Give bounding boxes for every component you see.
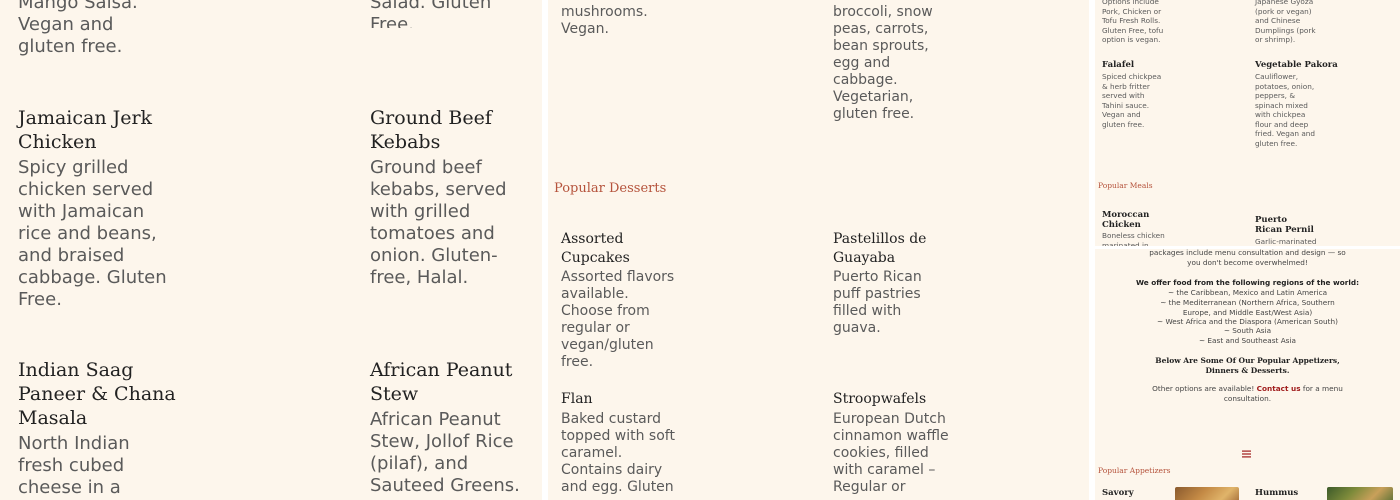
section-heading: Popular Meals — [1098, 181, 1153, 190]
menu-item-desc: African Peanut Stew, Jollof Rice (pilaf)… — [370, 409, 520, 496]
food-photo — [1327, 487, 1393, 500]
menu-item-title: Jamaican Jerk Chicken — [18, 107, 153, 153]
section-heading: Popular Desserts — [554, 181, 667, 196]
menu-item-desc: Cauliflower, potatoes, onion, peppers, &… — [1255, 72, 1316, 148]
menu-item-desc: Japanese Gyoza (pork or vegan) and Chine… — [1255, 0, 1316, 44]
region-item: ~ the Caribbean, Mexico and Latin Americ… — [1167, 288, 1328, 297]
hamburger-menu-icon[interactable] — [1242, 443, 1251, 458]
menu-item-title: Stroopwafels — [833, 391, 927, 407]
menu-item-desc: Puerto Rican puff pastries filled with g… — [833, 269, 922, 336]
intro-text: packages include menu consultation and d… — [1149, 248, 1346, 267]
menu-item-title: Falafel — [1102, 60, 1135, 70]
menu-item-title: Flan — [561, 391, 593, 407]
other-options-pre: Other options are available! — [1152, 384, 1255, 393]
menu-panel-1: Mango Salsa. Vegan and gluten free. Sala… — [0, 0, 542, 500]
menu-item-desc: Spiced chickpea & herb fritter served wi… — [1102, 72, 1162, 129]
section-heading: Popular Appetizers — [1098, 466, 1171, 475]
menu-panel-2: mushrooms. Vegan. broccoli, snow peas, c… — [548, 0, 1089, 500]
region-item: ~ East and Southeast Asia — [1199, 336, 1296, 345]
popular-items-heading: Below Are Some Of Our Popular Appetizers… — [1155, 356, 1340, 375]
menu-item-title: Puerto Rican Pernil — [1255, 215, 1314, 235]
menu-item-desc: Salad. Gluten Free. — [370, 0, 492, 28]
regions-heading: We offer food from the following regions… — [1135, 278, 1360, 287]
menu-item-desc: Assorted flavors available. Choose from … — [561, 269, 675, 370]
menu-item-desc: Options include Pork, Chicken or Tofu Fr… — [1102, 0, 1164, 44]
menu-panel-3: Options include Pork, Chicken or Tofu Fr… — [1095, 0, 1400, 500]
menu-item-title: Ground Beef Kebabs — [370, 107, 492, 153]
region-item: ~ South Asia — [1223, 326, 1272, 335]
menu-item-title: Hummus — [1255, 488, 1299, 498]
menu-item-title: Savory — [1102, 488, 1134, 498]
menu-item-desc: broccoli, snow peas, carrots, bean sprou… — [833, 4, 933, 122]
menu-item-desc: mushrooms. Vegan. — [561, 4, 648, 37]
menu-item-desc: North Indian fresh cubed cheese in a — [18, 433, 130, 498]
food-photo — [1175, 487, 1239, 500]
contact-us-link[interactable]: Contact us — [1257, 384, 1301, 393]
menu-item-desc: Spicy grilled chicken served with Jamaic… — [18, 157, 167, 310]
region-item: ~ the Mediterranean (Northern Africa, So… — [1160, 298, 1335, 317]
menu-item-title: Assorted Cupcakes — [561, 231, 630, 266]
menu-item-title: Vegetable Pakora — [1255, 60, 1338, 70]
menu-item-desc: Mango Salsa. Vegan and gluten free. — [18, 0, 138, 57]
menu-item-title: African Peanut Stew — [370, 359, 513, 405]
menu-item-desc: Baked custard topped with soft caramel. … — [561, 411, 675, 495]
menu-item-title: Pastelillos de Guayaba — [833, 231, 927, 266]
menu-item-title: Indian Saag Paneer & Chana Masala — [18, 359, 176, 429]
menu-item-desc: Ground beef kebabs, served with grilled … — [370, 157, 507, 288]
menu-item-title: Moroccan Chicken — [1102, 210, 1150, 230]
other-options-text: Other options are available! Contact us … — [1150, 384, 1345, 403]
menu-item-desc: European Dutch cinnamon waffle cookies, … — [833, 411, 949, 495]
